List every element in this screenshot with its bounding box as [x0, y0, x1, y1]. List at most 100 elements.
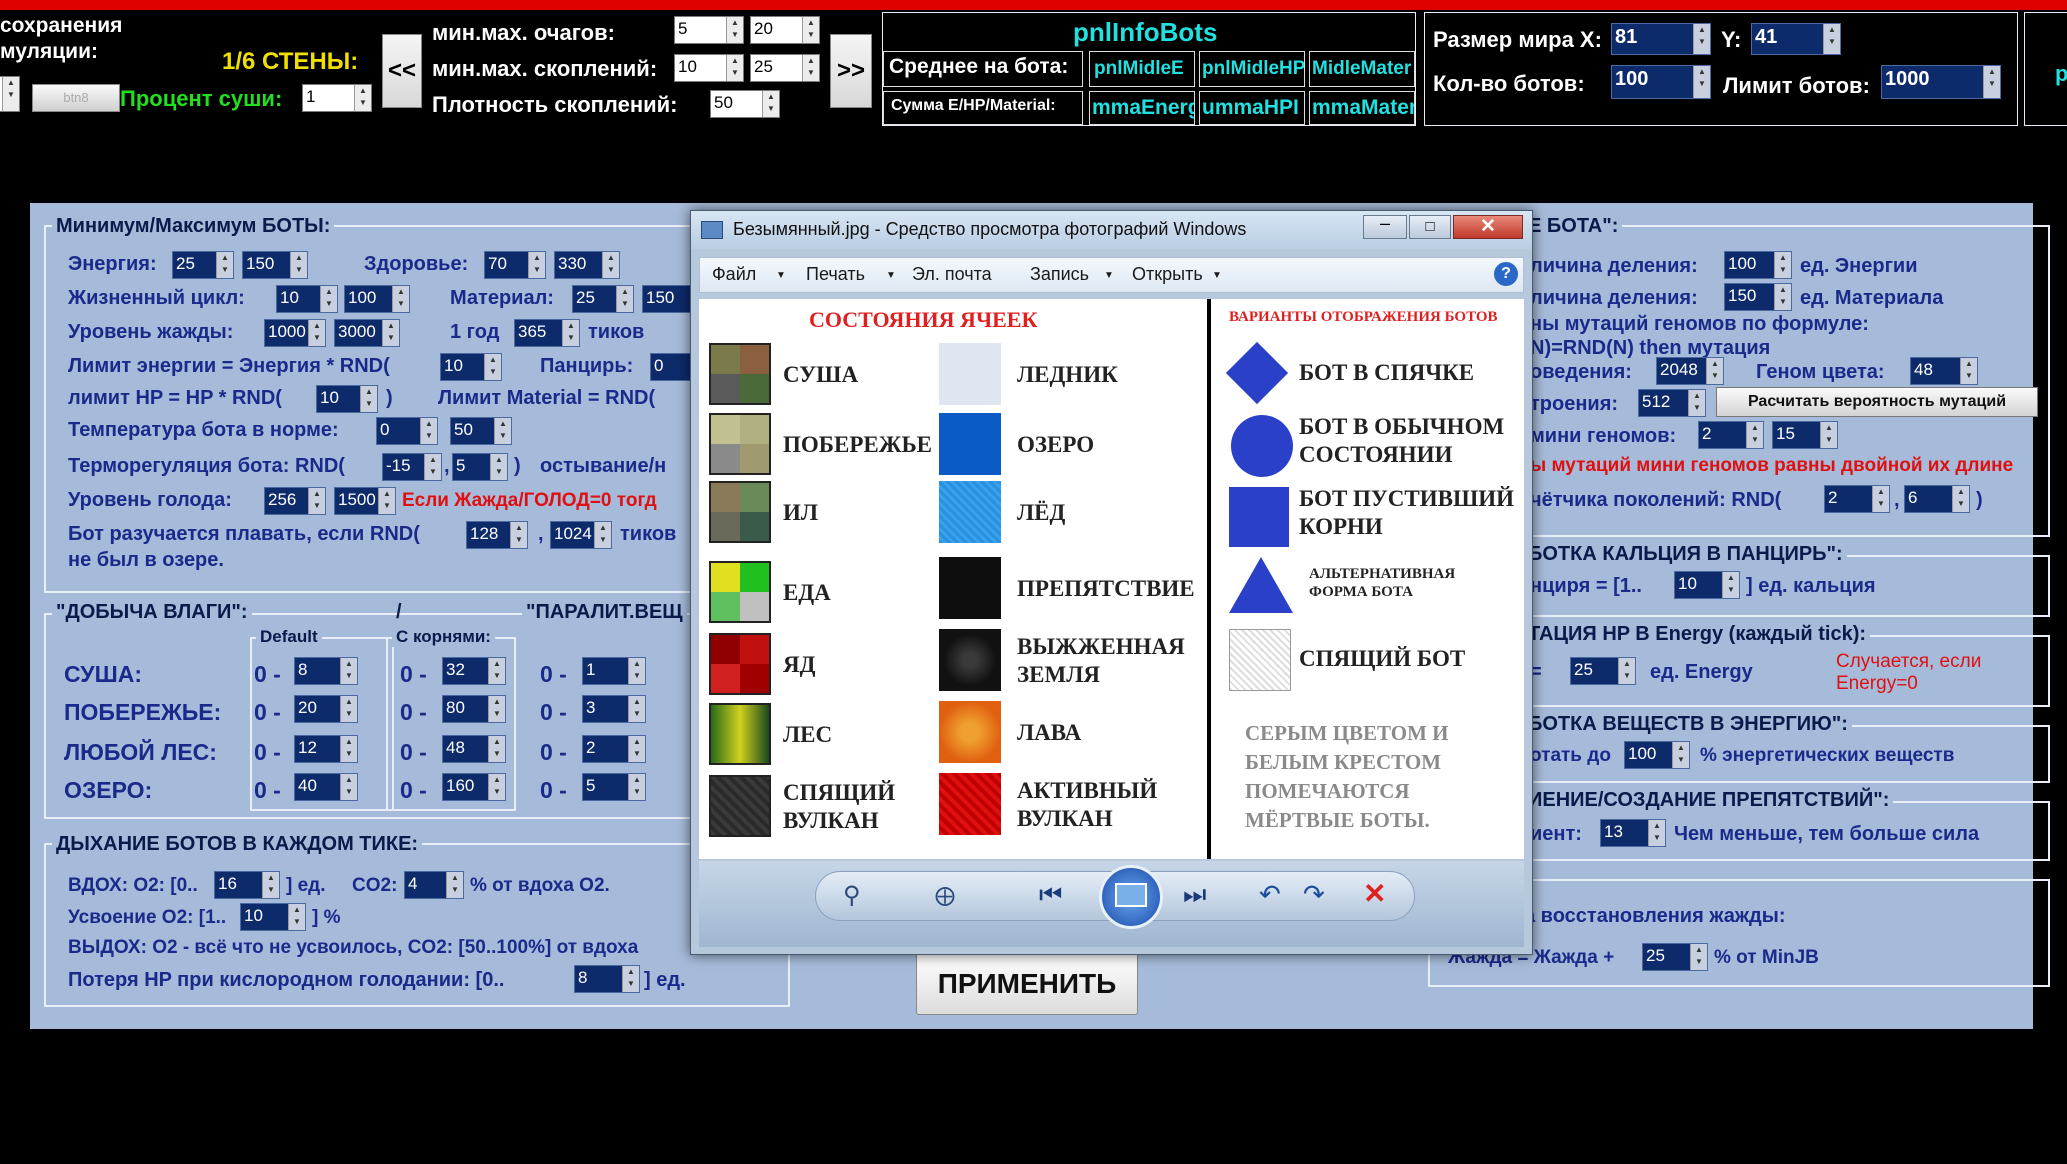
dry-roots-input[interactable]: 32 — [442, 657, 506, 685]
bots-limit-input[interactable]: 1000 — [1881, 65, 2001, 99]
menu-print[interactable]: Печать — [806, 264, 865, 285]
hp-loss-input[interactable]: 8 — [574, 965, 640, 993]
hp-limit-input[interactable]: 10 — [316, 385, 378, 413]
clusters-max-input[interactable]: 25 — [750, 54, 820, 82]
forest-default-input[interactable]: 12 — [294, 735, 358, 763]
menu-open[interactable]: Открыть — [1132, 264, 1203, 285]
hp-energy-input[interactable]: 25 — [1570, 657, 1636, 685]
calc-mutation-button[interactable]: Расчитать вероятность мутаций — [1716, 387, 2038, 417]
minimize-button[interactable]: – — [1363, 214, 1407, 239]
lake-roots-input[interactable]: 160 — [442, 773, 506, 801]
rotate-left-icon[interactable]: ↶ — [1259, 879, 1281, 910]
substance-title: БОТКА ВЕЩЕСТВ В ЭНЕРГИЮ": — [1524, 713, 1852, 736]
life-max-input[interactable]: 100 — [344, 285, 410, 313]
calcium-input[interactable]: 10 — [1674, 571, 1740, 599]
health-min-input[interactable]: 70 — [484, 251, 546, 279]
energy-min-input[interactable]: 25 — [172, 251, 234, 279]
thermo-min-input[interactable]: -15 — [382, 453, 442, 481]
dry-paralit-input[interactable]: 1 — [582, 657, 646, 685]
hunger-max-input[interactable]: 1500 — [334, 487, 396, 515]
actual-size-icon[interactable]: ⨁ — [935, 883, 955, 908]
far-right-panel: p — [2024, 12, 2067, 126]
inhale-input[interactable]: 16 — [214, 871, 280, 899]
mini-genome-max-input[interactable]: 15 — [1772, 421, 1838, 449]
world-y-input[interactable]: 41 — [1751, 23, 1841, 55]
rotate-right-icon[interactable]: ↷ — [1303, 879, 1325, 910]
co2-input[interactable]: 4 — [404, 871, 464, 899]
generation-max-input[interactable]: 6 — [1904, 485, 1970, 513]
cell-forest-swatch — [709, 703, 771, 765]
thermo-max-input[interactable]: 5 — [452, 453, 508, 481]
density-input[interactable]: 50 — [710, 90, 780, 118]
temp-max-input[interactable]: 50 — [450, 417, 512, 445]
chevron-down-icon: ▼ — [776, 270, 786, 281]
shore-default-input[interactable]: 20 — [294, 695, 358, 723]
swim-max-input[interactable]: 1024 — [550, 521, 612, 549]
hp-energy-note-1: Случается, если — [1836, 651, 1982, 672]
thirst-min-input[interactable]: 1000 — [264, 319, 326, 347]
temp-min-input[interactable]: 0 — [376, 417, 438, 445]
year-input[interactable]: 365 — [514, 319, 580, 347]
clusters-min-input[interactable]: 10 — [674, 54, 744, 82]
viewer-titlebar[interactable]: Безымянный.jpg - Средство просмотра фото… — [691, 211, 1532, 249]
cell-food-swatch — [709, 561, 771, 623]
btn8-button[interactable]: btn8 — [32, 84, 120, 112]
lake-paralit-input[interactable]: 5 — [582, 773, 646, 801]
thirst-max-input[interactable]: 3000 — [334, 319, 400, 347]
health-max-input[interactable]: 330 — [554, 251, 620, 279]
dry-default-input[interactable]: 8 — [294, 657, 358, 685]
menu-file[interactable]: Файл — [712, 264, 756, 285]
foci-min-input[interactable]: 5 — [674, 16, 744, 44]
forest-paralit-input[interactable]: 2 — [582, 735, 646, 763]
sleeping-bot-diamond-icon — [1225, 341, 1289, 405]
shore-roots-input[interactable]: 80 — [442, 695, 506, 723]
chevron-down-icon: ▼ — [886, 270, 896, 281]
hp-loss-label: Потеря HP при кислородном голодании: [0.… — [68, 969, 505, 991]
bot-normal-label: БОТ В ОБЫЧНОМ СОСТОЯНИИ — [1299, 414, 1505, 467]
previous-icon[interactable]: ⏮ — [1039, 879, 1062, 911]
minmax-foci-label: мин.мах. очагов: — [432, 20, 615, 45]
material-min-input[interactable]: 25 — [572, 285, 634, 313]
absorb-input[interactable]: 10 — [240, 903, 306, 931]
substance-input[interactable]: 100 — [1624, 741, 1690, 769]
walls-label: 1/6 СТЕНЫ: — [222, 48, 359, 75]
maximize-button[interactable]: □ — [1409, 215, 1451, 239]
bots-count-input[interactable]: 100 — [1611, 65, 1711, 99]
slideshow-icon — [1115, 883, 1147, 907]
next-icon[interactable]: ⏭ — [1183, 879, 1206, 911]
world-x-input[interactable]: 81 — [1611, 23, 1711, 55]
hunger-min-input[interactable]: 256 — [264, 487, 326, 515]
thermo-label: Терморегуляция бота: RND( — [68, 455, 345, 477]
shore-paralit-input[interactable]: 3 — [582, 695, 646, 723]
swim-min-input[interactable]: 128 — [466, 521, 528, 549]
foci-max-input[interactable]: 20 — [750, 16, 820, 44]
apply-button[interactable]: ПРИМЕНИТЬ — [916, 953, 1138, 1015]
restore-input[interactable]: 25 — [1642, 943, 1708, 971]
menu-burn[interactable]: Запись — [1030, 264, 1089, 285]
div-material-input[interactable]: 150 — [1724, 283, 1792, 311]
div-energy-input[interactable]: 100 — [1724, 251, 1792, 279]
color-genome-input[interactable]: 48 — [1910, 357, 1978, 385]
life-min-input[interactable]: 10 — [276, 285, 338, 313]
dry-pct-input[interactable]: 1 — [302, 84, 372, 112]
row-forest-label: ЛЮБОЙ ЛЕС: — [64, 739, 217, 765]
delete-icon[interactable]: ✕ — [1363, 877, 1386, 910]
next-button[interactable]: >> — [830, 34, 872, 108]
energy-limit-input[interactable]: 10 — [440, 353, 502, 381]
lake-default-input[interactable]: 40 — [294, 773, 358, 801]
forest-roots-input[interactable]: 48 — [442, 735, 506, 763]
energy-max-input[interactable]: 150 — [242, 251, 308, 279]
generation-min-input[interactable]: 2 — [1824, 485, 1890, 513]
zoom-icon[interactable]: ⚲ — [843, 881, 861, 910]
menu-email[interactable]: Эл. почта — [912, 264, 992, 285]
mini-genome-min-input[interactable]: 2 — [1698, 421, 1764, 449]
cell-active-volcano-swatch — [939, 773, 1001, 835]
behavior-genome-input[interactable]: 2048 — [1656, 357, 1724, 385]
hp-energy-note-2: Energy=0 — [1836, 673, 1918, 694]
left-stepper[interactable] — [0, 76, 20, 112]
help-icon[interactable]: ? — [1494, 262, 1518, 286]
prev-button[interactable]: << — [382, 34, 422, 108]
obstacle-input[interactable]: 13 — [1600, 819, 1666, 847]
structure-genome-input[interactable]: 512 — [1638, 389, 1706, 417]
close-button[interactable]: ✕ — [1453, 215, 1523, 239]
